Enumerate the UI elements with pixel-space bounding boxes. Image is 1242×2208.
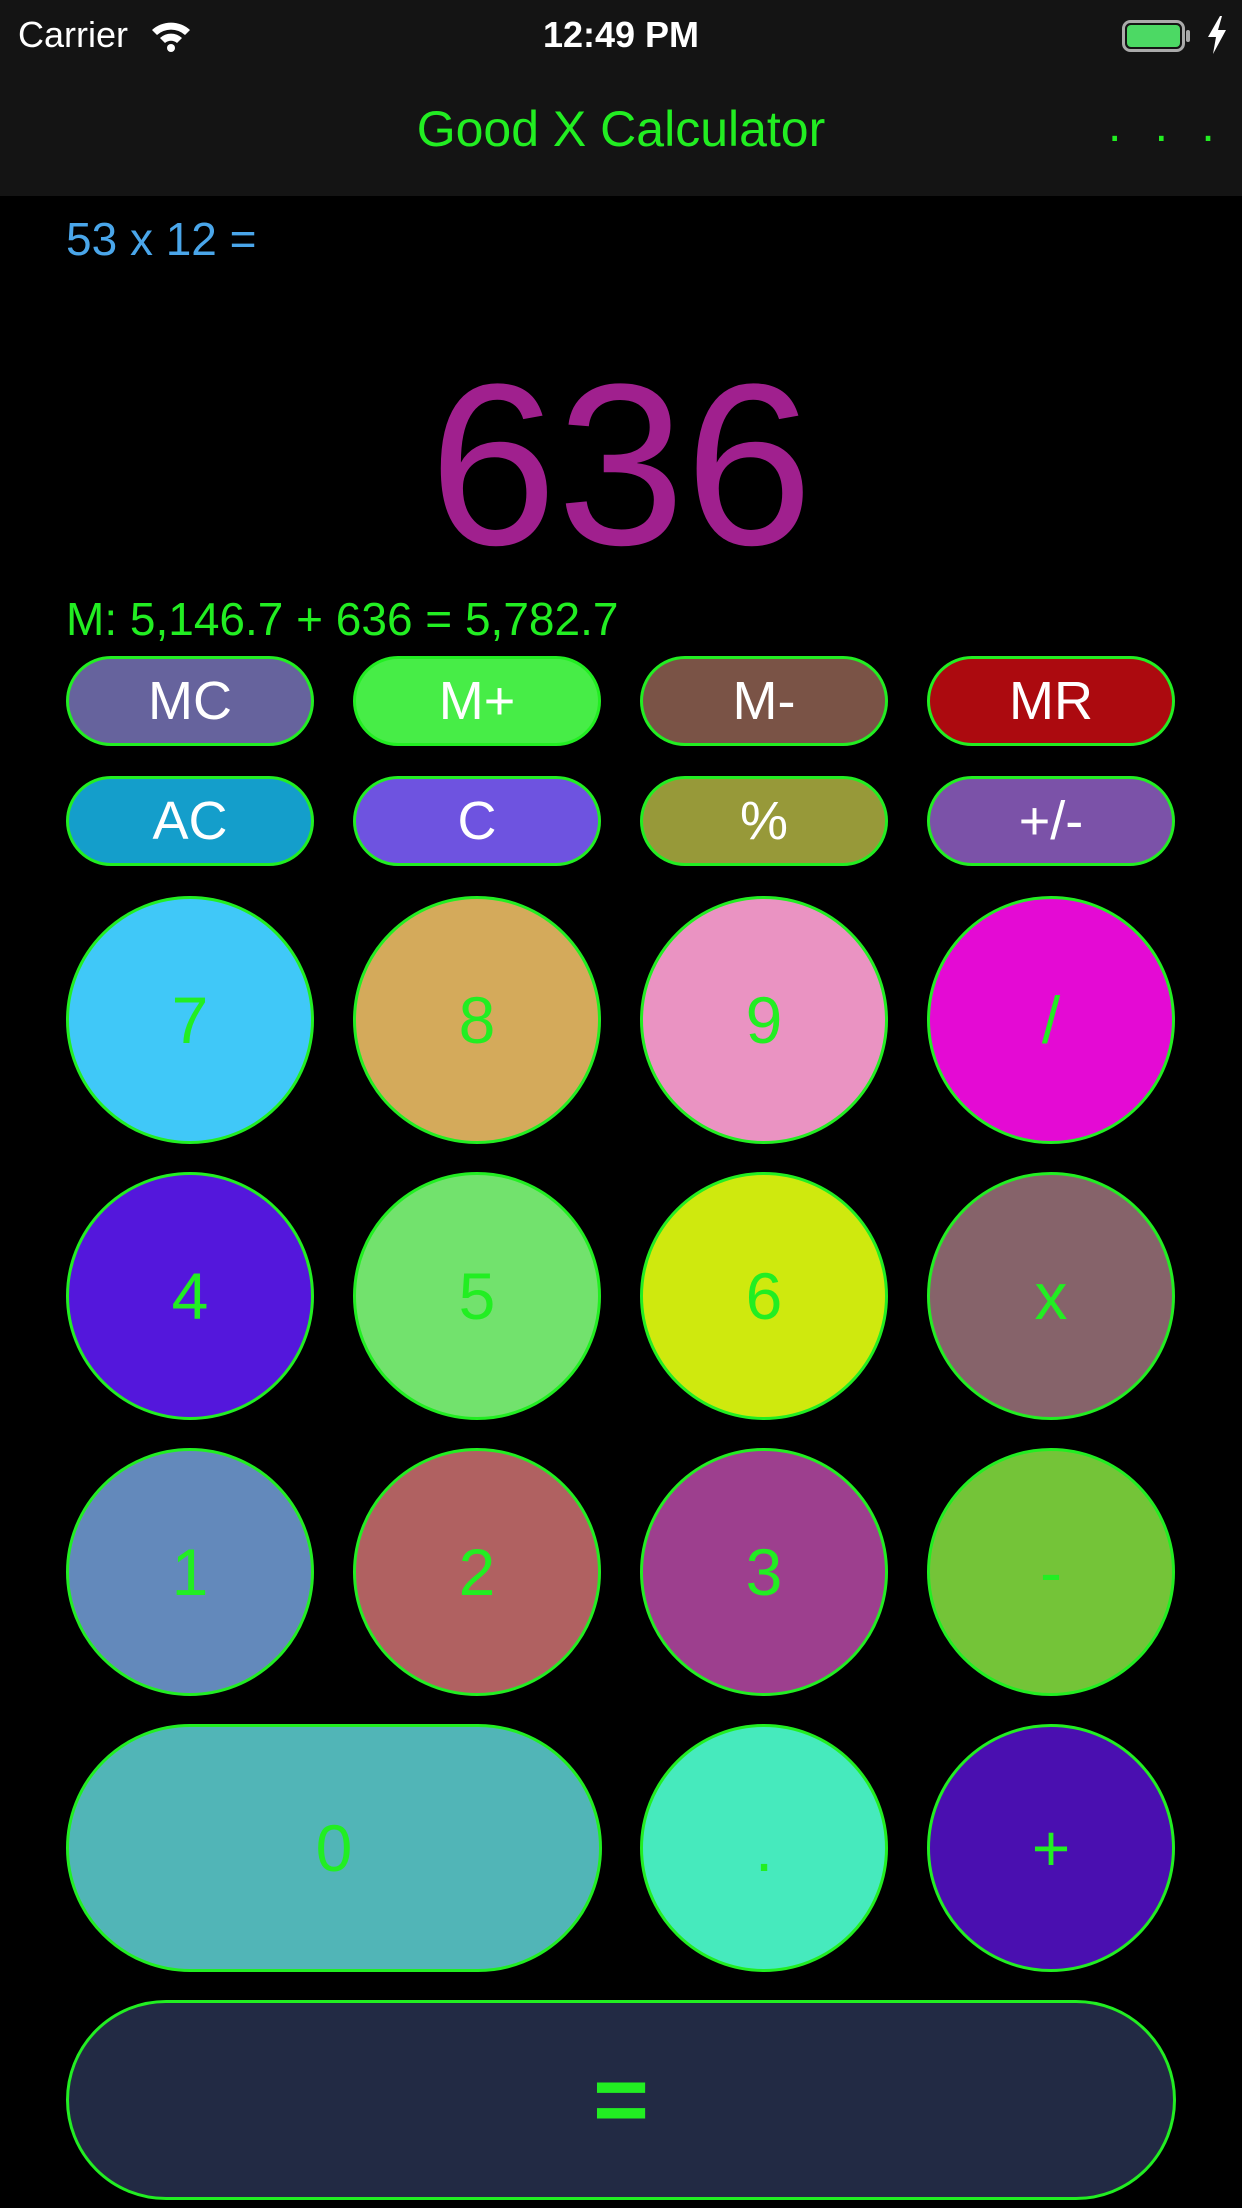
subtract-button[interactable]: - (927, 1448, 1175, 1696)
percent-button[interactable]: % (640, 776, 888, 866)
more-menu-button[interactable]: . . . (1108, 98, 1225, 153)
digit-3-button[interactable]: 3 (640, 1448, 888, 1696)
digit-4-button[interactable]: 4 (66, 1172, 314, 1420)
equals-button[interactable]: = (66, 2000, 1176, 2200)
digit-8-button[interactable]: 8 (353, 896, 601, 1144)
page-title: Good X Calculator (416, 101, 826, 157)
expression-display: 53 x 12 = (66, 213, 257, 265)
digit-9-button[interactable]: 9 (640, 896, 888, 1144)
digit-1-button[interactable]: 1 (66, 1448, 314, 1696)
decimal-point-button[interactable]: . (640, 1724, 888, 1972)
result-display: 636 (429, 336, 813, 593)
all-clear-button[interactable]: AC (66, 776, 314, 866)
clear-button[interactable]: C (353, 776, 601, 866)
memory-clear-button[interactable]: MC (66, 656, 314, 746)
battery-icon (1122, 20, 1190, 52)
memory-subtract-button[interactable]: M- (640, 656, 888, 746)
digit-5-button[interactable]: 5 (353, 1172, 601, 1420)
digit-7-button[interactable]: 7 (66, 896, 314, 1144)
multiply-button[interactable]: x (927, 1172, 1175, 1420)
memory-display: M: 5,146.7 + 636 = 5,782.7 (66, 593, 619, 645)
digit-6-button[interactable]: 6 (640, 1172, 888, 1420)
divide-button[interactable]: / (927, 896, 1175, 1144)
charging-bolt-icon (1208, 16, 1226, 54)
status-bar: Carrier 12:49 PM (0, 0, 1242, 72)
digit-2-button[interactable]: 2 (353, 1448, 601, 1696)
memory-add-button[interactable]: M+ (353, 656, 601, 746)
sign-toggle-button[interactable]: +/- (927, 776, 1175, 866)
add-button[interactable]: + (927, 1724, 1175, 1972)
memory-recall-button[interactable]: MR (927, 656, 1175, 746)
digit-0-button[interactable]: 0 (66, 1724, 602, 1972)
status-time: 12:49 PM (542, 14, 700, 55)
navigation-bar: Carrier 12:49 PM Good X Calculator . . . (0, 0, 1242, 196)
